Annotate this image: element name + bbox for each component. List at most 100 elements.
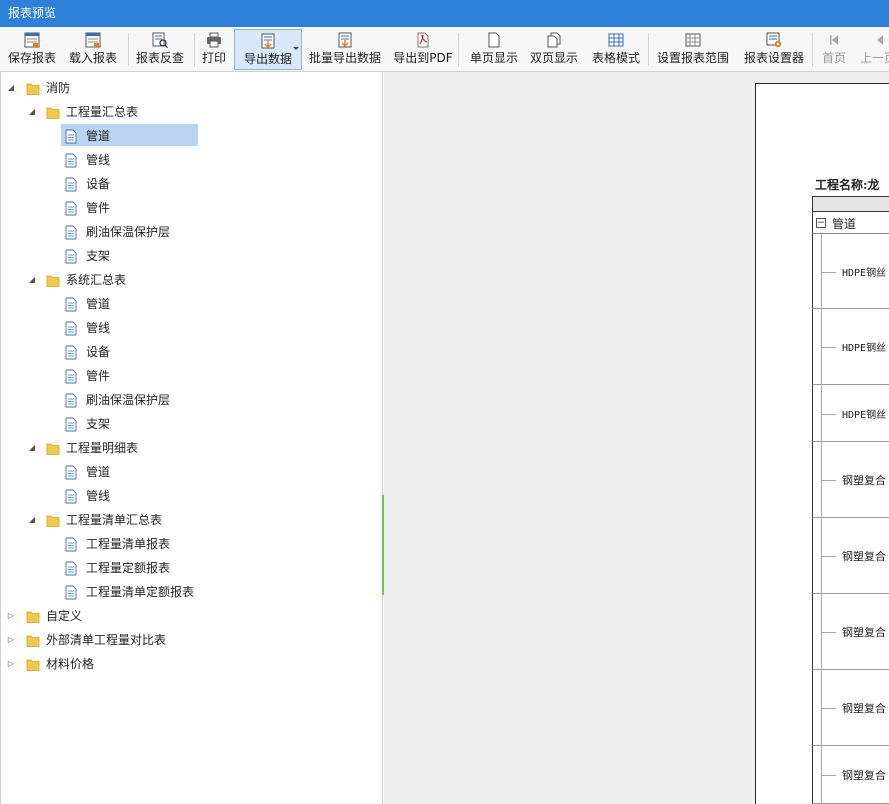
single-page-icon: [464, 32, 524, 48]
tree-item-label: 工程量清单汇总表: [66, 513, 163, 527]
table-row[interactable]: 钢塑复合: [812, 518, 889, 594]
group-row[interactable]: − 管道: [812, 212, 889, 234]
tree-item[interactable]: ▷ 外部清单工程量对比表: [1, 629, 381, 651]
tree-item[interactable]: 管道: [1, 125, 381, 147]
row-item-name: HDPE钢丝: [842, 410, 887, 421]
document-icon: [65, 465, 79, 480]
tree-item[interactable]: 工程量清单定额报表: [1, 581, 381, 603]
tree-item[interactable]: 刷油保温保护层: [1, 389, 381, 411]
tree-item[interactable]: ▷ 材料价格: [1, 653, 381, 675]
toolbar-button-4[interactable]: 导出数据: [234, 29, 302, 70]
toolbar-button-12[interactable]: 首页: [814, 29, 854, 70]
tree-item[interactable]: 支架: [1, 245, 381, 267]
tree-item-label: 管线: [86, 489, 111, 503]
report-tree-panel[interactable]: ◢ 消防 ◢ 工程量汇总表 管道 管线 设备 管件 刷油保温保护层 支架 ◢ 系统汇总表 管道 管线 设备管…: [0, 72, 383, 804]
table-row[interactable]: 钢塑复合: [812, 594, 889, 670]
toolbar-button-10[interactable]: 设置报表范围: [652, 29, 734, 70]
tree-connector-line: [822, 632, 836, 633]
pdf-icon: [388, 32, 458, 48]
tree-item[interactable]: 管线: [1, 149, 381, 171]
expanded-arrow-icon[interactable]: ◢: [27, 269, 37, 291]
collapsed-arrow-icon[interactable]: ▷: [6, 605, 16, 627]
tree-item-label: 工程量定额报表: [86, 561, 171, 575]
tree-connector-line: [822, 775, 836, 776]
toolbar-button-label: 导出数据: [243, 52, 292, 66]
toolbar-separator: [648, 33, 649, 66]
row-item-name: 钢塑复合: [842, 626, 886, 639]
table-row[interactable]: 钢塑复合: [812, 746, 889, 804]
tree-item[interactable]: ◢ 系统汇总表: [1, 269, 381, 291]
table-mode-icon: [586, 32, 646, 48]
tree-item[interactable]: 管件: [1, 365, 381, 387]
tree-item[interactable]: 设备: [1, 341, 381, 363]
tree-item[interactable]: 管件: [1, 197, 381, 219]
toolbar-button-5[interactable]: 批量导出数据: [304, 29, 386, 70]
toolbar-button-label: 双页显示: [529, 51, 578, 65]
table-row[interactable]: 钢塑复合: [812, 442, 889, 518]
tree-item[interactable]: 工程量定额报表: [1, 557, 381, 579]
tree-item-label: 管线: [86, 153, 111, 167]
tree-item[interactable]: 管线: [1, 485, 381, 507]
tree-item-label: 自定义: [46, 609, 83, 623]
document-icon: [65, 201, 79, 216]
export-data-icon: [235, 33, 301, 49]
tree-item[interactable]: 支架: [1, 413, 381, 435]
toolbar-button-8[interactable]: 双页显示: [526, 29, 582, 70]
toolbar-button-3[interactable]: 打印: [196, 29, 232, 70]
tree-item-label: 支架: [86, 417, 111, 431]
table-row[interactable]: HDPE钢丝: [812, 234, 889, 309]
tree-item[interactable]: 刷油保温保护层: [1, 221, 381, 243]
report-settings-icon: [738, 32, 810, 48]
expanded-arrow-icon[interactable]: ◢: [6, 77, 16, 99]
tree-item-label: 工程量汇总表: [66, 105, 139, 119]
document-icon: [65, 345, 79, 360]
tree-item-label: 管件: [86, 369, 111, 383]
tree-item-label: 支架: [86, 249, 111, 263]
collapsed-arrow-icon[interactable]: ▷: [6, 653, 16, 675]
expanded-arrow-icon[interactable]: ◢: [27, 101, 37, 123]
tree-item[interactable]: 设备: [1, 173, 381, 195]
tree-item[interactable]: ◢ 工程量明细表: [1, 437, 381, 459]
tree-item[interactable]: ▷ 自定义: [1, 605, 381, 627]
tree-item[interactable]: 管道: [1, 293, 381, 315]
tree-item[interactable]: ◢ 工程量汇总表: [1, 101, 381, 123]
tree-item[interactable]: 管线: [1, 317, 381, 339]
toolbar-button-13[interactable]: 上一页: [856, 29, 889, 70]
printer-icon: [196, 32, 232, 48]
toolbar-button-11[interactable]: 报表设置器: [738, 29, 810, 70]
toolbar-button-2[interactable]: 报表反查: [130, 29, 190, 70]
load-report-icon: [62, 32, 124, 48]
dropdown-caret-icon[interactable]: [293, 47, 299, 50]
toolbar-separator: [812, 33, 813, 66]
table-header: [812, 196, 889, 212]
table-row[interactable]: 钢塑复合: [812, 670, 889, 746]
tree-item[interactable]: ◢ 消防: [1, 77, 381, 99]
table-row[interactable]: HDPE钢丝: [812, 309, 889, 385]
tree-item-label: 刷油保温保护层: [86, 225, 171, 239]
tree-item-label: 管道: [86, 465, 111, 479]
toolbar-separator: [194, 33, 195, 66]
toolbar-button-9[interactable]: 表格模式: [586, 29, 646, 70]
folder-icon: [26, 657, 40, 672]
tree-item[interactable]: ◢ 工程量清单汇总表: [1, 509, 381, 531]
folder-icon: [26, 81, 40, 96]
tree-connector-line: [822, 272, 836, 273]
toolbar-button-0[interactable]: 保存报表: [2, 29, 62, 70]
table-row[interactable]: HDPE钢丝: [812, 385, 889, 442]
expanded-arrow-icon[interactable]: ◢: [27, 437, 37, 459]
document-icon: [65, 129, 79, 144]
folder-icon: [46, 273, 60, 288]
toolbar-button-6[interactable]: 导出到PDF: [388, 29, 458, 70]
expanded-arrow-icon[interactable]: ◢: [27, 509, 37, 531]
tree-item[interactable]: 管道: [1, 461, 381, 483]
toolbar-button-7[interactable]: 单页显示: [464, 29, 524, 70]
document-icon: [65, 297, 79, 312]
collapse-icon[interactable]: −: [816, 218, 826, 228]
collapsed-arrow-icon[interactable]: ▷: [6, 629, 16, 651]
toolbar-button-label: 导出到PDF: [393, 51, 453, 65]
tree-item-label: 管道: [86, 297, 111, 311]
toolbar-button-1[interactable]: 载入报表: [62, 29, 124, 70]
tree-item-label: 管线: [86, 321, 111, 335]
tree-item[interactable]: 工程量清单报表: [1, 533, 381, 555]
toolbar-button-label: 设置报表范围: [656, 51, 729, 65]
